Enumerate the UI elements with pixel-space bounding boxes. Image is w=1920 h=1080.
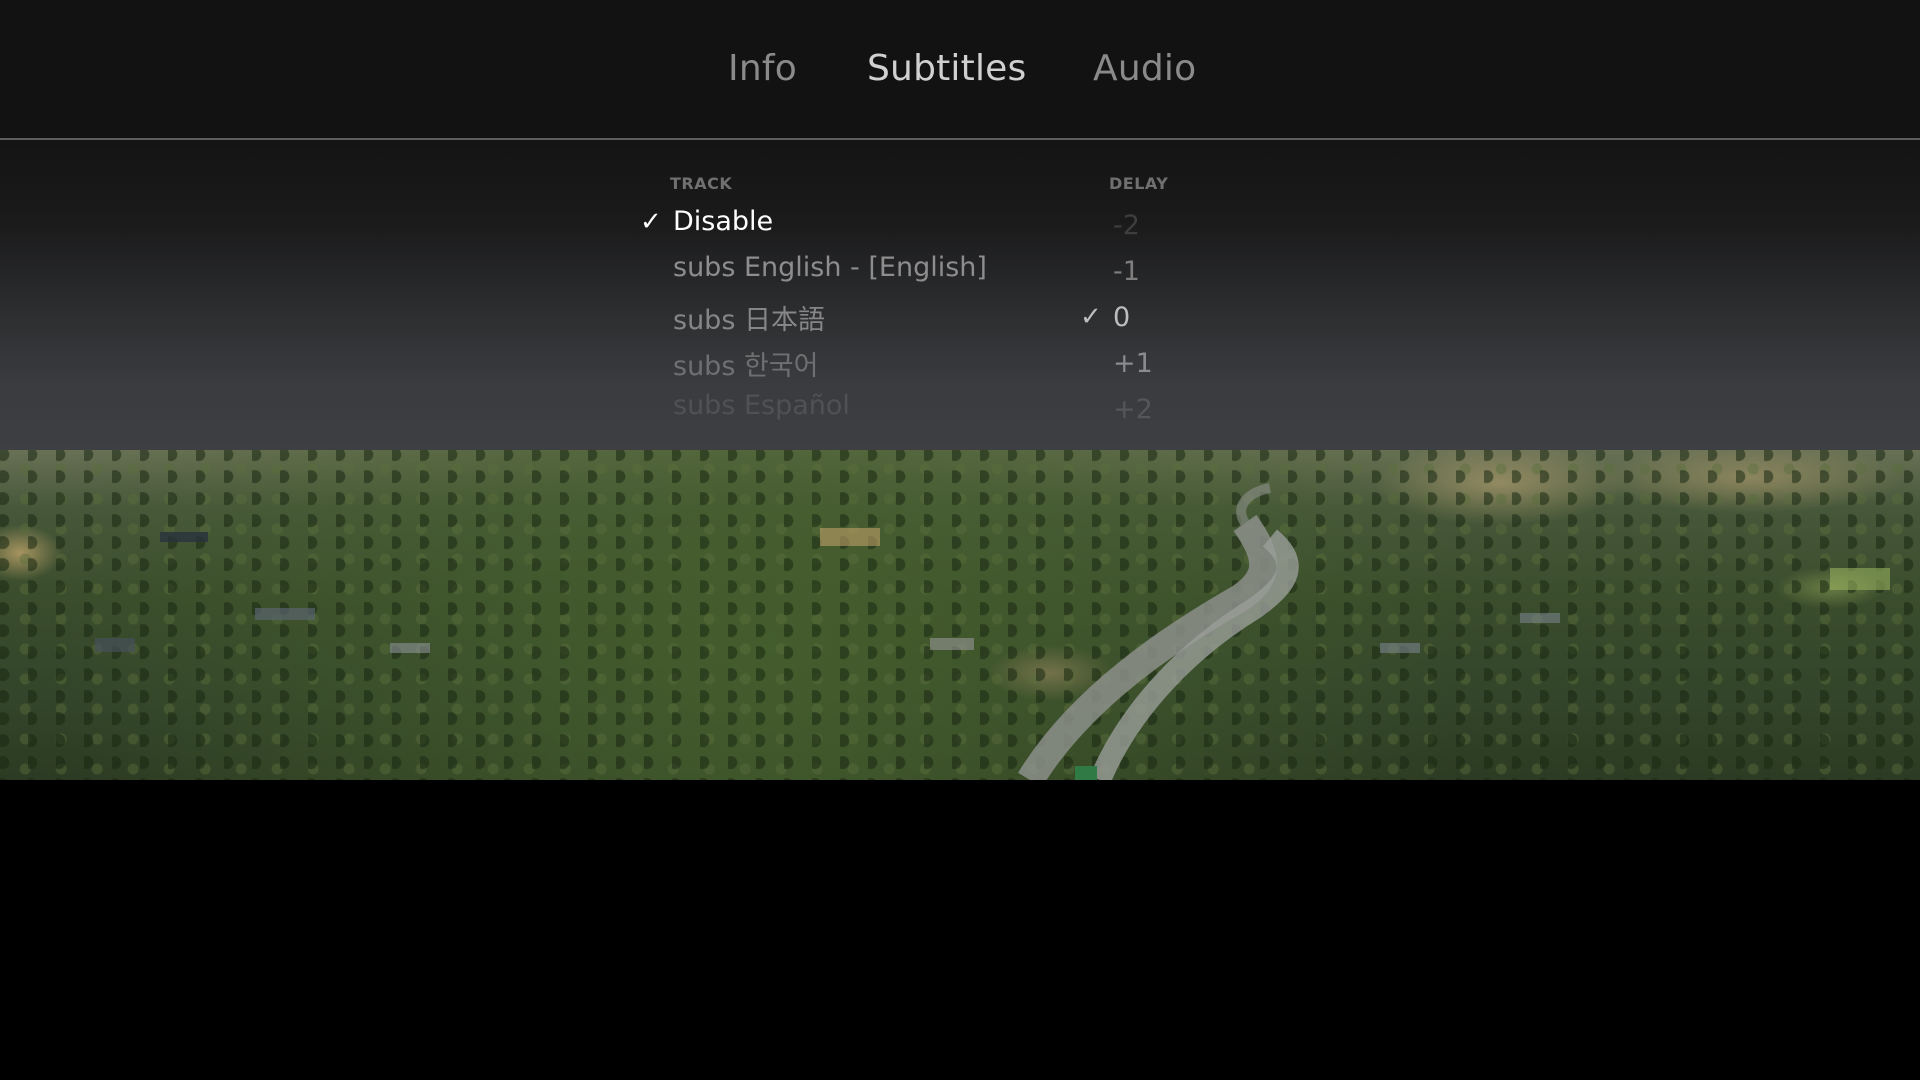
track-item-disable[interactable]: Disable: [673, 206, 773, 237]
delay-column-header: DELAY: [1109, 174, 1169, 193]
track-item-korean[interactable]: subs 한국어: [673, 344, 819, 383]
highway-scene: [95, 483, 1890, 780]
track-item-japanese[interactable]: subs 日本語: [673, 298, 825, 337]
track-item-english[interactable]: subs English - [English]: [673, 252, 987, 283]
tab-info[interactable]: Info: [728, 48, 797, 89]
tab-subtitles[interactable]: Subtitles: [867, 48, 1026, 89]
subtitle-menu-overlay: Info Subtitles Audio TRACK DELAY ✓ Disab…: [0, 0, 1920, 450]
delay-item-minus-1[interactable]: -1: [1113, 256, 1140, 287]
track-item-spanish[interactable]: subs Español: [673, 390, 850, 421]
video-frame: [0, 448, 1920, 780]
delay-item-plus-1[interactable]: +1: [1113, 348, 1153, 379]
track-column-header: TRACK: [670, 174, 733, 193]
tab-audio[interactable]: Audio: [1093, 48, 1196, 89]
delay-item-plus-2[interactable]: +2: [1113, 394, 1153, 425]
delay-selected-check-icon: ✓: [1080, 302, 1102, 332]
delay-item-zero[interactable]: 0: [1113, 302, 1130, 333]
track-selected-check-icon: ✓: [640, 207, 662, 237]
delay-item-minus-2[interactable]: -2: [1113, 210, 1140, 241]
tab-bar: Info Subtitles Audio: [0, 0, 1920, 140]
